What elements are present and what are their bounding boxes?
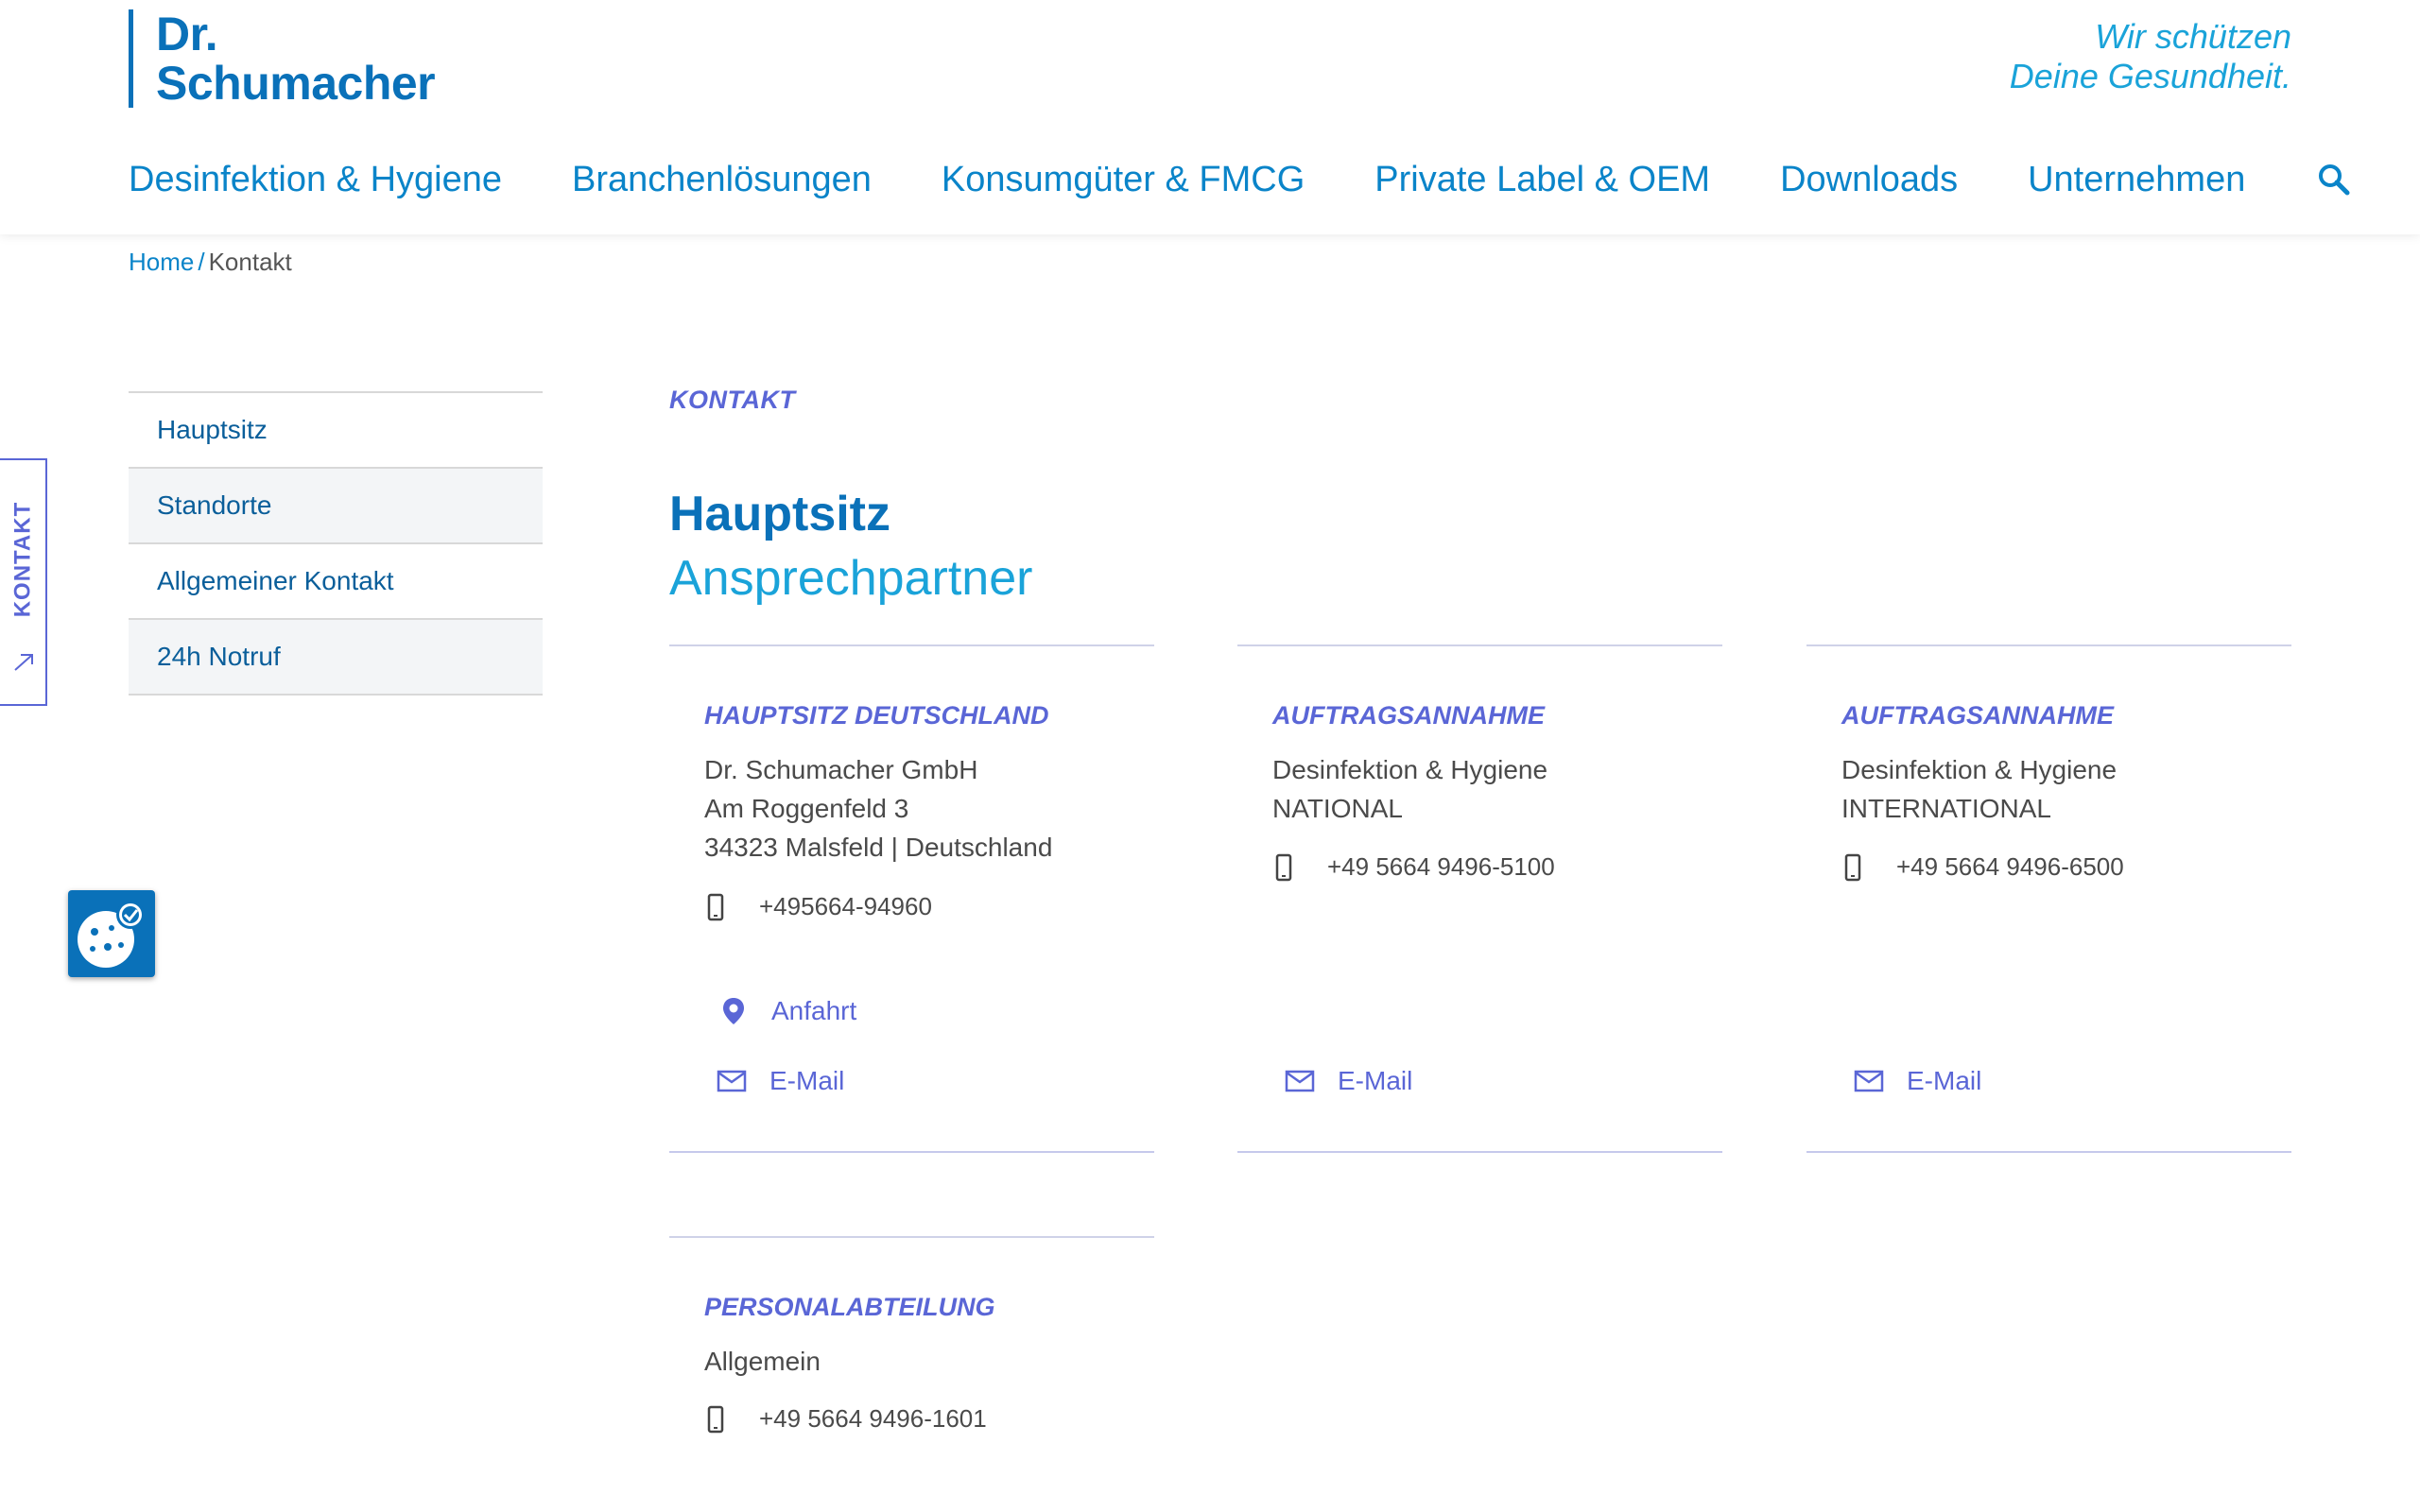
contact-card-hauptsitz: HAUPTSITZ DEUTSCHLAND Dr. Schumacher Gmb…: [669, 644, 1154, 1153]
card-address: Desinfektion & Hygiene INTERNATIONAL: [1841, 750, 2117, 828]
mobile-phone-icon: [1272, 853, 1295, 882]
directions-label: Anfahrt: [771, 996, 857, 1025]
card-address: Allgemein: [704, 1342, 821, 1381]
card-address: Dr. Schumacher GmbH Am Roggenfeld 3 3432…: [704, 750, 1052, 867]
tagline-line-1: Wir schützen: [2095, 17, 2291, 56]
address-line: INTERNATIONAL: [1841, 794, 2051, 823]
site-header: Dr. Schumacher Wir schützen Deine Gesund…: [0, 0, 2420, 234]
card-heading: AUFTRAGSANNAHME: [1841, 701, 2114, 730]
nav-private-label-oem[interactable]: Private Label & OEM: [1374, 151, 1710, 208]
address-line: Dr. Schumacher GmbH: [704, 755, 978, 784]
card-phone[interactable]: +49 5664 9496-1601: [704, 1404, 987, 1434]
address-line: Desinfektion & Hygiene: [1272, 755, 1548, 784]
section-eyebrow: KONTAKT: [669, 386, 796, 414]
email-label: E-Mail: [1907, 1066, 1982, 1095]
card-heading: AUFTRAGSANNAHME: [1272, 701, 1545, 730]
breadcrumb: Home / Kontakt: [129, 248, 292, 277]
contact-card-auftragsannahme-international: AUFTRAGSANNAHME Desinfektion & Hygiene I…: [1806, 644, 2291, 1153]
logo[interactable]: Dr. Schumacher: [129, 8, 436, 110]
nav-unternehmen[interactable]: Unternehmen: [2028, 151, 2245, 208]
side-tab-label: KONTAKT: [9, 501, 36, 618]
address-line: Allgemein: [704, 1347, 821, 1376]
address-line: Am Roggenfeld 3: [704, 794, 909, 823]
logo-line-1: Dr.: [156, 8, 218, 60]
card-phone[interactable]: +495664-94960: [704, 892, 932, 921]
mail-icon: [1285, 1066, 1315, 1096]
submenu-item-hauptsitz[interactable]: Hauptsitz: [129, 393, 543, 469]
address-line: NATIONAL: [1272, 794, 1403, 823]
nav-konsumgueter-fmcg[interactable]: Konsumgüter & FMCG: [942, 151, 1305, 208]
email-link[interactable]: E-Mail: [1285, 1066, 1412, 1096]
mail-icon: [717, 1066, 747, 1096]
address-line: Desinfektion & Hygiene: [1841, 755, 2118, 784]
card-heading: PERSONALABTEILUNG: [704, 1293, 995, 1321]
phone-number: +49 5664 9496-6500: [1896, 852, 2124, 881]
phone-number: +49 5664 9496-5100: [1327, 852, 1555, 881]
logo-line-2: Schumacher: [156, 57, 436, 110]
breadcrumb-home[interactable]: Home: [129, 248, 194, 276]
card-phone[interactable]: +49 5664 9496-5100: [1272, 852, 1555, 882]
submenu-item-standorte[interactable]: Standorte: [129, 469, 543, 544]
cookie-settings-button[interactable]: [68, 890, 155, 977]
mail-icon: [1854, 1066, 1884, 1096]
email-label: E-Mail: [769, 1066, 845, 1095]
email-link[interactable]: E-Mail: [717, 1066, 844, 1096]
page-title: Hauptsitz: [669, 487, 890, 541]
nav-branchenloesungen[interactable]: Branchenlösungen: [572, 151, 872, 208]
location-pin-icon: [718, 996, 749, 1026]
breadcrumb-separator: /: [198, 248, 205, 276]
phone-number: +49 5664 9496-1601: [759, 1404, 987, 1433]
page-subtitle: Ansprechpartner: [669, 551, 1033, 606]
nav-desinfektion-hygiene[interactable]: Desinfektion & Hygiene: [129, 151, 502, 208]
contact-card-personalabteilung: PERSONALABTEILUNG Allgemein +49 5664 949…: [669, 1236, 1154, 1512]
email-link[interactable]: E-Mail: [1854, 1066, 1981, 1096]
card-address: Desinfektion & Hygiene NATIONAL: [1272, 750, 1547, 828]
contact-card-auftragsannahme-national: AUFTRAGSANNAHME Desinfektion & Hygiene N…: [1237, 644, 1722, 1153]
card-heading: HAUPTSITZ DEUTSCHLAND: [704, 701, 1049, 730]
main-nav: Desinfektion & Hygiene Branchenlösungen …: [129, 151, 2353, 208]
submenu-item-24h-notruf[interactable]: 24h Notruf: [129, 620, 543, 696]
mobile-phone-icon: [704, 1405, 727, 1434]
submenu-item-allgemeiner-kontakt[interactable]: Allgemeiner Kontakt: [129, 544, 543, 620]
side-contact-tab[interactable]: KONTAKT: [0, 458, 47, 706]
mobile-phone-icon: [1841, 853, 1864, 882]
tagline: Wir schützen Deine Gesundheit.: [2010, 17, 2291, 96]
search-icon[interactable]: [2315, 161, 2353, 198]
address-line: 34323 Malsfeld | Deutschland: [704, 833, 1053, 862]
phone-number: +495664-94960: [759, 892, 932, 920]
contact-submenu: Hauptsitz Standorte Allgemeiner Kontakt …: [129, 391, 543, 696]
nav-downloads[interactable]: Downloads: [1780, 151, 1958, 208]
cookie-settings-icon: [68, 901, 155, 981]
breadcrumb-current: Kontakt: [208, 248, 292, 276]
directions-link[interactable]: Anfahrt: [718, 996, 856, 1026]
side-tab-label-wrap: KONTAKT: [4, 498, 42, 621]
mobile-phone-icon: [704, 893, 727, 921]
tagline-line-2: Deine Gesundheit.: [2009, 57, 2291, 95]
card-phone[interactable]: +49 5664 9496-6500: [1841, 852, 2124, 882]
email-label: E-Mail: [1338, 1066, 1413, 1095]
arrow-up-right-icon: [11, 649, 36, 674]
